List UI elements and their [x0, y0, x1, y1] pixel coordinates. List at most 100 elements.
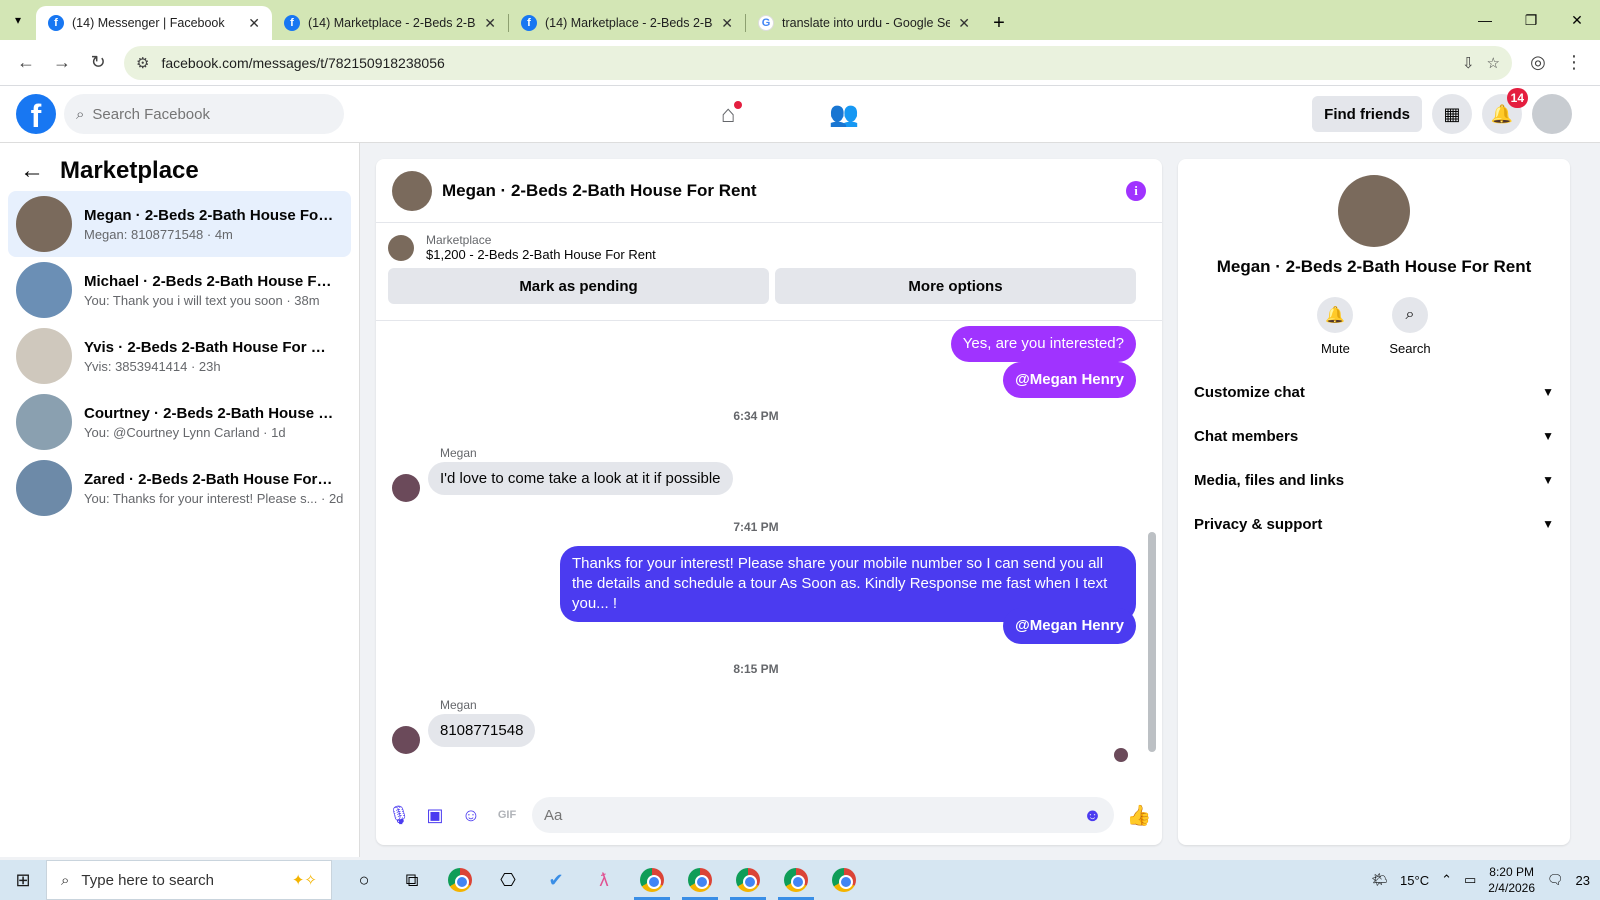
media-files-section[interactable]: Media, files and links ▼	[1178, 458, 1570, 502]
url-bar[interactable]: ⚙ facebook.com/messages/t/78215091823805…	[124, 45, 1512, 80]
back-arrow-icon[interactable]: ←	[20, 157, 44, 185]
info-icon[interactable]: i	[1126, 180, 1146, 201]
conversation-item[interactable]: Michael · 2-Beds 2-Bath House For... You:…	[8, 257, 351, 323]
gradient-app-icon[interactable]: ƛ	[580, 860, 628, 900]
message-input[interactable]	[544, 806, 1084, 824]
tab-marketplace-2[interactable]: f (14) Marketplace - 2-Beds 2-Ba ✕	[509, 6, 745, 40]
tab-google-search[interactable]: G translate into urdu - Google Se ✕	[746, 6, 982, 40]
sender-avatar[interactable]	[392, 474, 420, 502]
friends-icon[interactable]: 👥	[816, 93, 872, 137]
tab-marketplace-1[interactable]: f (14) Marketplace - 2-Beds 2-Ba ✕	[272, 6, 508, 40]
notification-center-icon[interactable]: 🗨	[1547, 872, 1564, 888]
cortana-icon[interactable]: ○	[340, 860, 388, 900]
close-tab-icon[interactable]: ✕	[721, 15, 733, 32]
profile-avatar[interactable]	[1338, 175, 1410, 247]
facebook-search[interactable]: ⌕	[64, 94, 344, 134]
conversation-preview: You: Thank you i will text you soon · 38…	[84, 292, 320, 308]
chat-avatar[interactable]	[392, 170, 432, 211]
weather-icon[interactable]: 🌤	[1372, 872, 1389, 888]
conversation-name: Yvis · 2-Beds 2-Bath House For Rent	[84, 338, 334, 356]
thumbs-up-icon[interactable]: 👍	[1127, 804, 1152, 827]
listing-title[interactable]: $1,200 - 2-Beds 2-Bath House For Rent	[426, 247, 656, 262]
privacy-support-section[interactable]: Privacy & support ▼	[1178, 502, 1570, 546]
conversation-name: Michael · 2-Beds 2-Bath House For...	[84, 272, 334, 290]
chrome-app[interactable]	[772, 860, 820, 900]
facebook-logo-icon[interactable]: f	[16, 94, 56, 134]
conversation-item[interactable]: Zared · 2-Beds 2-Bath House For R... You:…	[8, 455, 351, 521]
chat-title[interactable]: Megan · 2-Beds 2-Bath House For Rent	[442, 181, 1116, 201]
conversation-preview: You: Thanks for your interest! Please s.…	[84, 490, 343, 506]
weather-temp[interactable]: 15°C	[1400, 873, 1429, 888]
conversation-avatar	[16, 460, 72, 516]
conversation-item[interactable]: Courtney · 2-Beds 2-Bath House F... You: …	[8, 389, 351, 455]
tab-messenger[interactable]: f (14) Messenger | Facebook ✕	[36, 6, 272, 40]
customize-chat-section[interactable]: Customize chat ▼	[1178, 370, 1570, 414]
chevron-up-icon[interactable]: ⌃	[1441, 872, 1452, 888]
site-info-icon[interactable]: ⚙	[136, 54, 149, 72]
notifications-bell-icon[interactable]: 🔔 14	[1482, 88, 1528, 134]
close-tab-icon[interactable]: ✕	[958, 15, 970, 32]
chat-members-section[interactable]: Chat members ▼	[1178, 414, 1570, 458]
message-input-box[interactable]: ☻	[532, 797, 1114, 833]
close-tab-icon[interactable]: ✕	[248, 15, 260, 32]
chatgpt-icon[interactable]: ⎔	[484, 860, 532, 900]
reload-icon[interactable]: ↻	[80, 45, 116, 81]
chevron-down-icon: ▼	[1542, 385, 1554, 399]
taskbar-search[interactable]: ⌕ Type here to search ✦✧	[46, 860, 332, 900]
windows-start-icon[interactable]: ⊞	[0, 860, 46, 900]
bookmark-star-icon[interactable]: ☆	[1487, 54, 1500, 72]
chrome-app[interactable]	[724, 860, 772, 900]
close-tab-icon[interactable]: ✕	[484, 15, 496, 32]
listing-thumbnail[interactable]	[388, 234, 414, 261]
conversation-item[interactable]: Megan · 2-Beds 2-Bath House For ... Megan…	[8, 191, 351, 257]
microphone-icon[interactable]: 🎙	[388, 804, 411, 826]
conversation-sidebar: ← Marketplace Megan · 2-Beds 2-Bath Hous…	[0, 143, 360, 857]
message-scrollbar[interactable]	[1148, 332, 1156, 772]
chrome-app[interactable]	[676, 860, 724, 900]
install-app-icon[interactable]: ⇩	[1462, 54, 1475, 72]
more-options-button[interactable]: More options	[775, 268, 1136, 304]
sticker-icon[interactable]: ☺	[460, 804, 482, 826]
home-icon[interactable]: ⌂	[700, 93, 756, 137]
forward-icon[interactable]: →	[44, 45, 80, 81]
maximize-icon[interactable]: ❐	[1508, 0, 1554, 40]
back-icon[interactable]: ←	[8, 45, 44, 81]
task-view-icon[interactable]: ⧉	[388, 860, 436, 900]
bell-icon[interactable]: 🔔	[1317, 297, 1354, 333]
chrome-icon	[448, 868, 472, 892]
checkmark-app-icon[interactable]: ✔	[532, 860, 580, 900]
clock[interactable]: 8:20 PM 2/4/2026	[1488, 864, 1535, 896]
outgoing-message[interactable]: Yes, are you interested?	[950, 326, 1136, 362]
browser-menu-icon[interactable]: ⋮	[1556, 45, 1592, 81]
tab-search-icon[interactable]: ▾	[0, 0, 36, 40]
mute-action[interactable]: 🔔 Mute	[1317, 297, 1354, 356]
minimize-icon[interactable]: —	[1462, 0, 1508, 40]
new-tab-button[interactable]: +	[982, 6, 1016, 40]
scrollbar-thumb[interactable]	[1148, 532, 1156, 752]
account-avatar[interactable]	[1532, 94, 1572, 134]
menu-grid-icon[interactable]: ▦	[1432, 94, 1472, 134]
mark-as-pending-button[interactable]: Mark as pending	[388, 268, 769, 304]
chat-window: Megan · 2-Beds 2-Bath House For Rent i M…	[376, 159, 1162, 845]
network-icon[interactable]: ▭	[1464, 872, 1476, 888]
chrome-app[interactable]	[436, 860, 484, 900]
photo-icon[interactable]: ▣	[424, 804, 446, 826]
emoji-icon[interactable]: ☻	[1083, 805, 1102, 826]
profile-icon[interactable]: ◎	[1520, 45, 1556, 81]
mention-message[interactable]: @Megan Henry	[1003, 362, 1136, 398]
find-friends-button[interactable]: Find friends	[1312, 96, 1422, 132]
gif-icon[interactable]: GIF	[496, 804, 518, 826]
close-window-icon[interactable]: ✕	[1554, 0, 1600, 40]
chrome-app[interactable]	[628, 860, 676, 900]
search-input[interactable]	[92, 105, 332, 123]
search-icon[interactable]: ⌕	[1391, 297, 1428, 333]
chrome-app[interactable]	[820, 860, 868, 900]
incoming-message[interactable]: I'd love to come take a look at it if po…	[428, 462, 733, 495]
sidebar-header: ← Marketplace	[0, 143, 359, 191]
search-action[interactable]: ⌕ Search	[1389, 297, 1431, 356]
mention-message[interactable]: @Megan Henry	[1003, 608, 1136, 644]
conversation-item[interactable]: Yvis · 2-Beds 2-Bath House For Rent Yvis:…	[8, 323, 351, 389]
sender-avatar[interactable]	[392, 726, 420, 754]
url-text[interactable]: facebook.com/messages/t/782150918238056	[161, 55, 1450, 71]
incoming-message[interactable]: 8108771548	[428, 714, 536, 747]
